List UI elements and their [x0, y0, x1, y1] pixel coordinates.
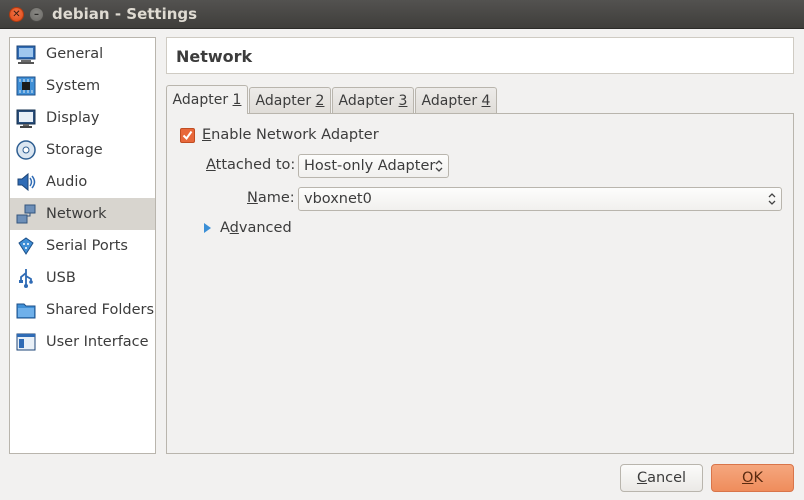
sidebar-item-label: System: [46, 78, 101, 94]
user-interface-icon: [16, 333, 36, 351]
sidebar-item-storage[interactable]: Storage: [10, 134, 155, 166]
enable-adapter-checkbox[interactable]: [180, 128, 195, 143]
window-title: debian - Settings: [52, 5, 198, 23]
display-monitor-icon: [16, 109, 36, 128]
tab-label: Adapter 1: [172, 92, 242, 108]
name-value: vboxnet0: [304, 191, 372, 207]
window-close-button[interactable]: ✕: [9, 7, 24, 22]
sidebar-item-network[interactable]: Network: [10, 198, 155, 230]
tab-adapter-4[interactable]: Adapter 4: [415, 87, 497, 113]
minimize-icon: –: [34, 9, 39, 20]
sidebar-item-label: User Interface: [46, 334, 149, 350]
window-minimize-button[interactable]: –: [29, 7, 44, 22]
enable-adapter-label: Enable Network Adapter: [202, 127, 379, 143]
sidebar-item-general[interactable]: General: [10, 38, 155, 70]
tab-label: Adapter 4: [421, 93, 491, 109]
ok-button[interactable]: OK: [711, 464, 794, 492]
sidebar-item-audio[interactable]: Audio: [10, 166, 155, 198]
sidebar-item-label: Serial Ports: [46, 238, 128, 254]
shared-folder-icon: [16, 303, 36, 319]
page-header: Network: [166, 37, 794, 74]
sidebar-item-usb[interactable]: USB: [10, 262, 155, 294]
tab-label: Adapter 3: [338, 93, 408, 109]
sidebar-item-label: USB: [46, 270, 76, 286]
spinner-arrows-icon: [435, 160, 443, 172]
attached-to-value: Host-only Adapter: [304, 158, 436, 174]
advanced-expander[interactable]: Advanced: [220, 220, 292, 236]
tab-adapter-3[interactable]: Adapter 3: [332, 87, 414, 113]
tab-adapter-1[interactable]: Adapter 1: [166, 85, 248, 114]
sidebar-item-user-interface[interactable]: User Interface: [10, 326, 155, 358]
attached-to-select[interactable]: Host-only Adapter: [298, 154, 449, 178]
settings-sidebar: General System Display Storage Audio Net…: [9, 37, 156, 454]
general-icon: [16, 45, 36, 64]
cancel-button-label: Cancel: [636, 470, 687, 486]
checkmark-icon: [182, 130, 193, 141]
page-title: Network: [176, 47, 253, 66]
ok-button-label: OK: [742, 470, 763, 486]
serial-port-icon: [18, 237, 34, 255]
usb-icon: [19, 269, 33, 288]
cancel-button[interactable]: Cancel: [620, 464, 703, 492]
storage-disk-icon: [16, 140, 36, 160]
sidebar-item-display[interactable]: Display: [10, 102, 155, 134]
sidebar-item-system[interactable]: System: [10, 70, 155, 102]
tab-label: Adapter 2: [255, 93, 325, 109]
attached-to-label: Attached to:: [206, 157, 296, 173]
sidebar-item-label: General: [46, 46, 104, 62]
network-icon: [16, 204, 36, 224]
sidebar-item-label: Audio: [46, 174, 88, 190]
system-chip-icon: [16, 76, 36, 96]
sidebar-item-label: Network: [46, 206, 107, 222]
sidebar-item-shared-folders[interactable]: Shared Folders: [10, 294, 155, 326]
expand-arrow-icon[interactable]: [204, 223, 211, 233]
sidebar-item-label: Display: [46, 110, 100, 126]
name-label: Name:: [247, 190, 295, 206]
spinner-arrows-icon: [768, 193, 776, 205]
close-icon: ✕: [12, 9, 21, 20]
tab-adapter-2[interactable]: Adapter 2: [249, 87, 331, 113]
audio-speaker-icon: [17, 172, 36, 192]
sidebar-item-label: Storage: [46, 142, 103, 158]
sidebar-item-label: Shared Folders: [46, 302, 155, 318]
name-select[interactable]: vboxnet0: [298, 187, 782, 211]
sidebar-item-serial-ports[interactable]: Serial Ports: [10, 230, 155, 262]
window-titlebar: ✕ – debian - Settings: [0, 0, 804, 29]
